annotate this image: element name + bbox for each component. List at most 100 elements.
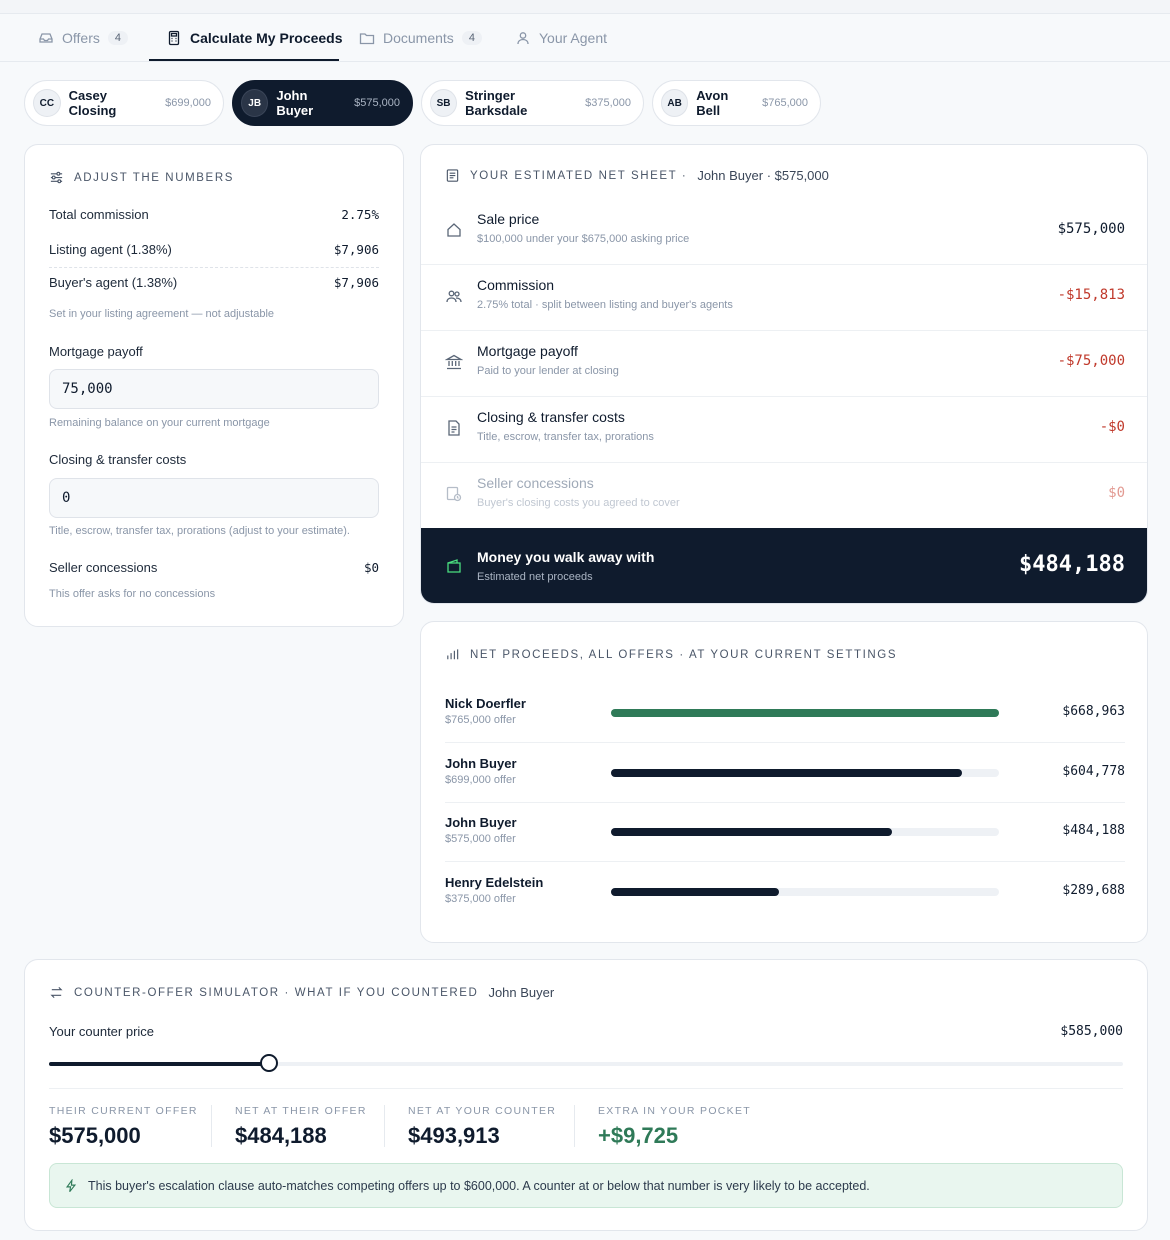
stat-value: $493,913 bbox=[408, 1123, 500, 1148]
net-row-closing: Closing & transfer costs Title, escrow, … bbox=[421, 396, 1147, 462]
net-proceeds-value: $289,688 bbox=[1062, 882, 1125, 898]
sliders-icon bbox=[50, 171, 63, 184]
offer-pill-name: Casey Closing bbox=[68, 88, 117, 118]
net-proceeds-bar-track bbox=[611, 828, 999, 836]
escalation-note-text: This buyer's escalation clause auto-matc… bbox=[88, 1178, 870, 1193]
avatar: CC bbox=[33, 89, 61, 117]
stat-net-your-counter: Net at your counter $493,913 bbox=[408, 1105, 556, 1149]
tab-bar: Offers 4 Calculate My Proceeds Documents… bbox=[0, 14, 1170, 62]
net-proceeds-bar-track bbox=[611, 709, 999, 717]
net-proceeds-value: $668,963 bbox=[1062, 704, 1125, 719]
offer-pill-john[interactable]: JB John Buyer $575,000 bbox=[232, 80, 413, 126]
mortgage-hint: Remaining balance on your current mortga… bbox=[49, 417, 270, 429]
net-row-title: Commission bbox=[477, 277, 555, 293]
slider-thumb[interactable] bbox=[260, 1054, 279, 1072]
counter-price-value: $585,000 bbox=[1060, 1024, 1123, 1039]
buyers-agent-row: Buyer's agent (1.38%) $7,906 bbox=[49, 275, 379, 290]
offer-amount: $375,000 offer bbox=[445, 892, 516, 905]
inbox-icon bbox=[39, 33, 53, 43]
offer-buyer-name: John Buyer bbox=[445, 815, 517, 830]
top-strip bbox=[0, 0, 1170, 14]
wallet-icon bbox=[447, 559, 461, 573]
counter-subject: John Buyer bbox=[488, 985, 555, 1000]
net-proceeds-bar bbox=[611, 828, 892, 836]
offer-pill-avon[interactable]: AB Avon Bell $765,000 bbox=[652, 80, 821, 126]
counter-heading-label: Counter-offer simulator · what if you co… bbox=[74, 986, 479, 999]
net-row-amount: $0 bbox=[1108, 485, 1125, 501]
net-row-subtitle: 2.75% total · split between listing and … bbox=[477, 299, 733, 311]
stat-label: Their current offer bbox=[49, 1105, 198, 1117]
slider-fill bbox=[49, 1062, 270, 1066]
net-row-subtitle: $100,000 under your $675,000 asking pric… bbox=[477, 233, 690, 245]
avatar: SB bbox=[430, 89, 458, 117]
counter-price-slider[interactable] bbox=[49, 1054, 1123, 1072]
net-row-title: Sale price bbox=[477, 211, 540, 227]
tab-offers[interactable]: Offers 4 bbox=[38, 14, 128, 62]
offer-buyer-name: Nick Doerfler bbox=[445, 696, 526, 711]
offer-pill-price: $699,000 bbox=[165, 97, 211, 109]
tab-documents[interactable]: Documents 4 bbox=[359, 14, 482, 62]
divider bbox=[211, 1105, 212, 1147]
total-commission-label: Total commission bbox=[49, 207, 149, 222]
tab-calculate[interactable]: Calculate My Proceeds bbox=[166, 14, 343, 62]
net-row-subtitle: Title, escrow, transfer tax, prorations bbox=[477, 431, 654, 443]
lightning-icon bbox=[65, 1178, 77, 1192]
offer-pill-casey[interactable]: CC Casey Closing $699,000 bbox=[24, 80, 224, 126]
offer-amount: $699,000 offer bbox=[445, 773, 516, 786]
bank-icon bbox=[445, 354, 463, 370]
home-icon bbox=[447, 223, 461, 237]
net-proceeds-value: $604,778 bbox=[1062, 763, 1125, 779]
seller-concessions-label: Seller concessions bbox=[49, 560, 158, 575]
adjust-numbers-card: Adjust the numbers Total commission 2.75… bbox=[24, 144, 404, 627]
offer-buyer-name: Henry Edelstein bbox=[445, 874, 544, 890]
divider bbox=[49, 1088, 1123, 1089]
offer-amount: $575,000 offer bbox=[445, 833, 516, 845]
mortgage-label: Mortgage payoff bbox=[49, 344, 143, 359]
offer-pill-name: Stringer Barksdale bbox=[465, 88, 528, 118]
mortgage-payoff-input[interactable]: 75,000 bbox=[49, 369, 379, 409]
total-commission-row: Total commission 2.75% bbox=[49, 207, 379, 222]
net-row-subtitle: Buyer's closing costs you agreed to cove… bbox=[477, 497, 680, 509]
offer-comparison-row: John Buyer $575,000 offer $484,188 bbox=[445, 803, 1125, 862]
listing-agent-value: $7,906 bbox=[333, 242, 379, 257]
tab-documents-count: 4 bbox=[461, 31, 482, 45]
seller-concessions-value: $0 bbox=[363, 560, 379, 575]
stat-label: Net at their offer bbox=[235, 1105, 367, 1117]
closing-costs-hint: Title, escrow, transfer tax, prorations … bbox=[49, 525, 350, 537]
net-row-amount: $575,000 bbox=[1057, 221, 1125, 237]
net-row-concessions: Seller concessions Buyer's closing costs… bbox=[421, 462, 1147, 528]
active-tab-indicator bbox=[149, 59, 339, 61]
net-row-subtitle: Paid to your lender at closing bbox=[477, 365, 619, 377]
bar-chart-icon bbox=[447, 649, 459, 660]
avatar: JB bbox=[241, 89, 269, 117]
stat-label: Net at your counter bbox=[408, 1105, 557, 1117]
net-row-title: Seller concessions bbox=[477, 475, 594, 491]
net-row-title: Mortgage payoff bbox=[477, 343, 578, 359]
tab-documents-label: Documents bbox=[383, 30, 454, 46]
offer-pill-price: $575,000 bbox=[354, 97, 400, 109]
total-commission-value: 2.75% bbox=[341, 207, 379, 222]
stat-net-their-offer: Net at their offer $484,188 bbox=[235, 1105, 367, 1149]
stat-value: +$9,725 bbox=[598, 1123, 679, 1148]
divider bbox=[49, 267, 379, 268]
calculator-icon bbox=[168, 30, 180, 46]
closing-costs-label: Closing & transfer costs bbox=[49, 452, 187, 467]
commission-hint: Set in your listing agreement — not adju… bbox=[49, 308, 275, 320]
net-proceeds-bar bbox=[611, 768, 962, 777]
tab-calculate-label: Calculate My Proceeds bbox=[190, 30, 343, 46]
closing-costs-input[interactable]: 0 bbox=[49, 478, 379, 518]
document-icon bbox=[448, 420, 460, 436]
divider bbox=[574, 1105, 575, 1147]
seller-concessions-row: Seller concessions $0 bbox=[49, 560, 379, 575]
offer-pill-stringer[interactable]: SB Stringer Barksdale $375,000 bbox=[421, 80, 644, 126]
net-proceeds-bar-track bbox=[611, 768, 999, 777]
offer-pill-name: Avon Bell bbox=[696, 88, 729, 118]
buyers-agent-label: Buyer's agent (1.38%) bbox=[49, 275, 178, 290]
offer-comparison-row: Henry Edelstein $375,000 offer $289,688 bbox=[445, 863, 1125, 922]
net-sheet-card: Your estimated net sheet · John Buyer · … bbox=[420, 144, 1148, 604]
stat-current-offer: Their current offer $575,000 bbox=[49, 1105, 198, 1149]
tab-agent[interactable]: Your Agent bbox=[515, 14, 607, 62]
listing-agent-label: Listing agent (1.38%) bbox=[49, 242, 172, 257]
net-proceeds-bar-track bbox=[611, 887, 999, 896]
stat-value: $575,000 bbox=[49, 1123, 141, 1148]
